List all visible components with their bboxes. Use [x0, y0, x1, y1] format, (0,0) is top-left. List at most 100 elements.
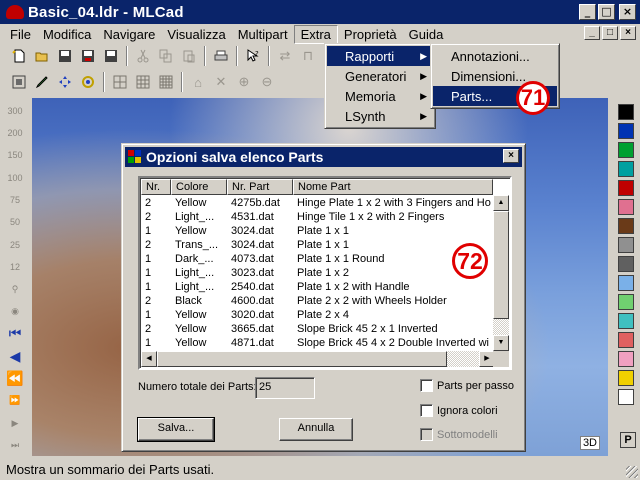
menu-file[interactable]: File — [4, 26, 37, 43]
column-header-nr-part[interactable]: Nr. Part — [227, 179, 293, 195]
menu-navigare[interactable]: Navigare — [97, 26, 161, 43]
color-swatch[interactable] — [618, 351, 634, 367]
arrow-left-icon[interactable]: ⇄ — [274, 45, 296, 67]
menu-guida[interactable]: Guida — [403, 26, 450, 43]
menu-extra[interactable]: Extra — [293, 24, 338, 44]
rotate-icon[interactable] — [77, 71, 99, 93]
parts-per-step-checkbox[interactable]: Parts per passo — [420, 379, 514, 392]
table-row[interactable]: 2 Yellow 4275b.dat Hinge Plate 1 x 2 with 3… — [141, 196, 493, 210]
menu-item-generatori[interactable]: Generatori ▶ — [327, 66, 433, 86]
child-close-button[interactable]: × — [620, 26, 636, 40]
title-bar[interactable]: Basic_04.ldr - MLCad _ □ × — [0, 0, 640, 24]
color-swatch[interactable] — [618, 256, 634, 272]
menu-visualizza[interactable]: Visualizza — [161, 26, 231, 43]
edit-part-icon[interactable] — [31, 71, 53, 93]
scroll-left-icon[interactable]: ◀ — [141, 351, 157, 367]
color-swatch[interactable] — [618, 294, 634, 310]
new-file-icon[interactable] — [8, 45, 30, 67]
print-icon[interactable] — [210, 45, 232, 67]
grid-coarse-icon[interactable] — [109, 71, 131, 93]
copy-icon[interactable] — [155, 45, 177, 67]
color-swatch[interactable] — [618, 389, 634, 405]
menu-item-annotazioni[interactable]: Annotazioni... — [433, 46, 557, 66]
color-swatch[interactable] — [618, 199, 634, 215]
color-swatch[interactable] — [618, 275, 634, 291]
dialog-title-bar[interactable]: Opzioni salva elenco Parts × — [125, 147, 522, 167]
paste-icon[interactable] — [178, 45, 200, 67]
view-mode-label[interactable]: 3D — [579, 436, 600, 450]
scroll-down-icon[interactable]: ▼ — [493, 335, 509, 351]
color-swatch[interactable] — [618, 104, 634, 120]
prev-step-icon[interactable]: ◀ — [4, 345, 26, 366]
zoom-75-icon[interactable]: 75 — [4, 189, 26, 210]
table-row[interactable]: 2 Trans_... 3024.dat Plate 1 x 1 — [141, 238, 493, 252]
menu-multipart[interactable]: Multipart — [232, 26, 294, 43]
checkbox-box[interactable] — [420, 379, 433, 392]
maximize-button[interactable]: □ — [598, 4, 615, 20]
zoom-300-icon[interactable]: 300 — [4, 100, 26, 121]
menu-proprieta[interactable]: Proprietà — [338, 26, 403, 43]
next-step-icon[interactable]: ▶ — [4, 412, 26, 433]
last-step-icon[interactable]: ⏭ — [4, 435, 26, 456]
table-row[interactable]: 2 Black 4600.dat Plate 2 x 2 with Wheels Ho… — [141, 294, 493, 308]
table-row[interactable]: 1 Light_... 2540.dat Plate 1 x 2 with Handl… — [141, 280, 493, 294]
first-step-icon[interactable]: ⏮ — [4, 323, 26, 344]
zoom-25-icon[interactable]: 25 — [4, 234, 26, 255]
save-all-icon[interactable] — [77, 45, 99, 67]
add-icon[interactable]: ⊕ — [233, 71, 255, 93]
checkbox-box[interactable] — [420, 404, 433, 417]
cut-icon[interactable] — [132, 45, 154, 67]
table-row[interactable]: 1 Light_... 3023.dat Plate 1 x 2 — [141, 266, 493, 280]
color-swatch[interactable] — [618, 161, 634, 177]
zoom-fit-icon[interactable]: ◉ — [4, 301, 26, 322]
delete-icon[interactable]: ✕ — [210, 71, 232, 93]
horizontal-scroll-thumb[interactable] — [157, 351, 447, 367]
grid-fine-icon[interactable] — [155, 71, 177, 93]
table-row[interactable]: 1 Yellow 3020.dat Plate 2 x 4 — [141, 308, 493, 322]
zoom-150-icon[interactable]: 150 — [4, 145, 26, 166]
menu-item-memoria[interactable]: Memoria ▶ — [327, 86, 433, 106]
menu-item-rapporti[interactable]: Rapporti ▶ — [327, 46, 433, 66]
column-header-nr[interactable]: Nr. — [141, 179, 171, 195]
vertical-scroll-thumb[interactable] — [493, 211, 509, 319]
scroll-up-icon[interactable]: ▲ — [493, 195, 509, 211]
rewind-icon[interactable]: ⏪ — [4, 368, 26, 389]
save-icon[interactable] — [54, 45, 76, 67]
save-button[interactable]: Salva... — [137, 417, 215, 442]
cancel-button[interactable]: Annulla — [279, 418, 353, 441]
step-icon[interactable]: ⊓ — [297, 45, 319, 67]
color-swatch[interactable] — [618, 332, 634, 348]
child-restore-button[interactable]: □ — [602, 26, 618, 40]
column-header-nome-part[interactable]: Nome Part — [293, 179, 493, 195]
save-as-icon[interactable] — [100, 45, 122, 67]
help-pointer-icon[interactable]: ? — [242, 45, 264, 67]
color-swatch[interactable] — [618, 180, 634, 196]
table-row[interactable]: 2 Yellow 3665.dat Slope Brick 45 2 x 1 Inve… — [141, 322, 493, 336]
column-header-colore[interactable]: Colore — [171, 179, 227, 195]
color-swatch[interactable] — [618, 237, 634, 253]
mirror-icon[interactable]: ⌂ — [187, 71, 209, 93]
table-row[interactable]: 2 Light_... 4531.dat Hinge Tile 1 x 2 with … — [141, 210, 493, 224]
open-folder-icon[interactable] — [31, 45, 53, 67]
move-icon[interactable] — [54, 71, 76, 93]
color-swatch[interactable] — [618, 313, 634, 329]
color-swatch[interactable] — [618, 142, 634, 158]
table-row[interactable]: 1 Yellow 4871.dat Slope Brick 45 4 x 2 Doub… — [141, 336, 493, 350]
menu-item-lsynth[interactable]: LSynth ▶ — [327, 106, 433, 126]
forward-icon[interactable]: ⏩ — [4, 390, 26, 411]
grid-medium-icon[interactable] — [132, 71, 154, 93]
table-row[interactable]: 1 Dark_... 4073.dat Plate 1 x 1 Round — [141, 252, 493, 266]
zoom-12-icon[interactable]: 12 — [4, 256, 26, 277]
table-row[interactable]: 1 Yellow 3024.dat Plate 1 x 1 — [141, 224, 493, 238]
dialog-close-button[interactable]: × — [503, 149, 519, 163]
color-swatch[interactable] — [618, 370, 634, 386]
color-swatch[interactable] — [618, 123, 634, 139]
minimize-button[interactable]: _ — [579, 4, 596, 20]
ignore-colors-checkbox[interactable]: Ignora colori — [420, 404, 498, 417]
remove-icon[interactable]: ⊖ — [256, 71, 278, 93]
menu-modifica[interactable]: Modifica — [37, 26, 97, 43]
child-minimize-button[interactable]: _ — [584, 26, 600, 40]
select-part-icon[interactable] — [8, 71, 30, 93]
zoom-200-icon[interactable]: 200 — [4, 122, 26, 143]
perspective-button[interactable]: P — [620, 432, 636, 448]
